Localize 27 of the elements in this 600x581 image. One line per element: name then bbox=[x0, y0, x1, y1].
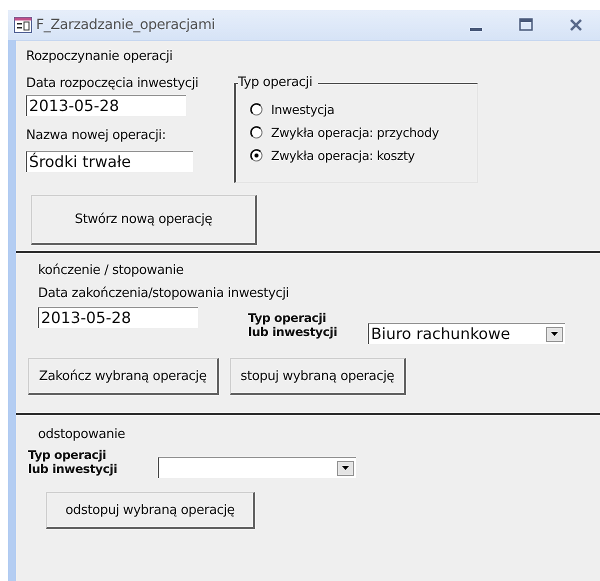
form-icon bbox=[14, 17, 32, 33]
field-label: Data rozpoczęcia inwestycji bbox=[26, 76, 200, 91]
field-label: Typ operacji lub inwestycji bbox=[28, 448, 118, 476]
section-title: Rozpoczynanie operacji bbox=[26, 49, 174, 64]
date-field[interactable]: 2013-05-28 bbox=[38, 307, 198, 328]
finish-button[interactable]: Zakończ wybraną operację bbox=[28, 358, 219, 395]
field-label: Typ operacji lub inwestycji bbox=[248, 311, 338, 339]
resume-button[interactable]: odstopuj wybraną operację bbox=[46, 492, 255, 529]
radio-label[interactable]: Zwykła operacja: przychody bbox=[271, 125, 439, 140]
group-title: Typ operacji bbox=[238, 75, 318, 90]
create-button[interactable]: Stwórz nową operację bbox=[31, 195, 257, 245]
field-label: Nazwa nowej operacji: bbox=[26, 128, 167, 143]
name-field[interactable]: Środki trwałe bbox=[26, 151, 193, 172]
date-field[interactable]: 2013-05-28 bbox=[26, 95, 186, 116]
section-title: kończenie / stopowanie bbox=[38, 263, 185, 278]
radio-button[interactable] bbox=[250, 126, 263, 139]
maximize-icon[interactable] bbox=[518, 17, 534, 33]
stop-button[interactable]: stopuj wybraną operację bbox=[230, 358, 406, 395]
radio-button[interactable] bbox=[250, 103, 263, 116]
field-label: Data zakończenia/stopowania inwestycji bbox=[38, 286, 290, 301]
radio-label[interactable]: Inwestycja bbox=[271, 102, 334, 117]
radio-label[interactable]: Zwykła operacja: koszty bbox=[271, 148, 415, 163]
window-title: F_Zarzadzanie_operacjami bbox=[36, 17, 215, 33]
close-icon[interactable] bbox=[568, 17, 584, 33]
section-title: odstopowanie bbox=[38, 427, 126, 442]
type-dropdown[interactable]: Biuro rachunkowe bbox=[368, 323, 565, 344]
radio-button[interactable] bbox=[250, 149, 263, 162]
